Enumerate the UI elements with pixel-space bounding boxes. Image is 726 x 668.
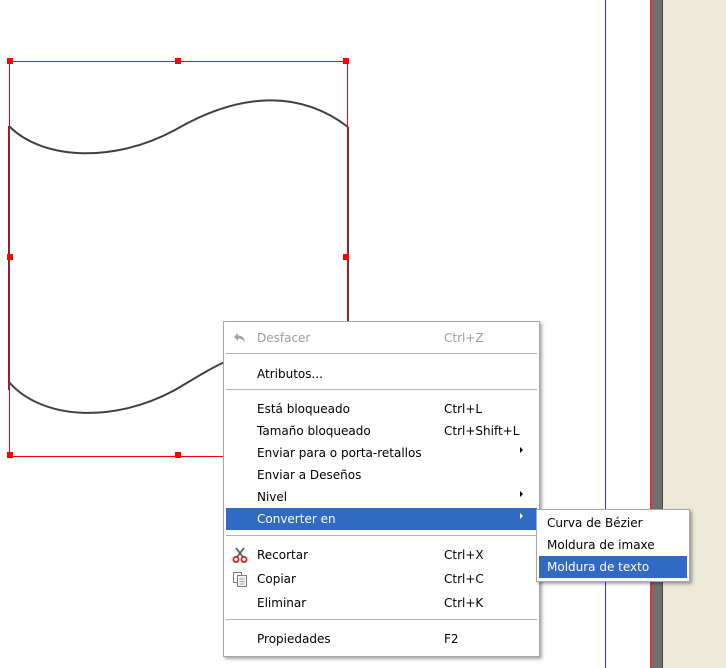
convert-submenu[interactable]: Curva de Bézier Moldura de imaxe Moldura…: [536, 509, 690, 582]
submenu-item-image-frame[interactable]: Moldura de imaxe: [539, 534, 687, 556]
menu-item-properties[interactable]: Propiedades F2: [226, 628, 537, 650]
submenu-item-bezier-curve[interactable]: Curva de Bézier: [539, 512, 687, 534]
submenu-item-label: Moldura de imaxe: [547, 538, 655, 552]
submenu-item-text-frame[interactable]: Moldura de texto: [539, 556, 687, 578]
undo-icon: [232, 330, 248, 346]
menu-item-label: Recortar: [257, 548, 309, 562]
menu-separator: [226, 353, 537, 354]
menu-separator: [226, 389, 537, 390]
menu-item-shortcut: Ctrl+L: [444, 402, 483, 416]
menu-item-label: Está bloqueado: [257, 402, 350, 416]
menu-item-label: Propiedades: [257, 632, 331, 646]
menu-item-label: Atributos...: [257, 367, 323, 381]
menu-item-attributes[interactable]: Atributos...: [226, 363, 537, 385]
menu-item-convert-to[interactable]: Converter en: [226, 508, 537, 530]
menu-item-label: Enviar a Deseños: [257, 468, 362, 482]
scissors-icon: [232, 547, 248, 563]
context-menu[interactable]: Desfacer Ctrl+Z Atributos... Está bloque…: [223, 321, 540, 657]
copy-icon: [232, 571, 248, 587]
menu-item-label: Nivel: [257, 490, 288, 504]
menu-item-cut[interactable]: Recortar Ctrl+X: [226, 544, 537, 566]
submenu-item-label: Curva de Bézier: [547, 516, 643, 530]
menu-item-copy[interactable]: Copiar Ctrl+C: [226, 568, 537, 590]
submenu-item-label: Moldura de texto: [547, 560, 650, 574]
menu-item-label: Copiar: [257, 572, 296, 586]
resize-handle-top-left[interactable]: [7, 58, 13, 64]
submenu-arrow-icon: [520, 491, 523, 497]
menu-item-undo[interactable]: Desfacer Ctrl+Z: [226, 327, 537, 349]
resize-handle-bottom[interactable]: [175, 452, 181, 458]
menu-item-label: Desfacer: [257, 331, 311, 345]
menu-item-label: Enviar para o porta-retallos: [257, 446, 422, 460]
menu-item-shortcut: Ctrl+X: [444, 548, 484, 562]
resize-handle-top-right[interactable]: [343, 58, 349, 64]
menu-item-level[interactable]: Nivel: [226, 486, 537, 508]
menu-item-size-locked[interactable]: Tamaño bloqueado Ctrl+Shift+L: [226, 420, 537, 442]
resize-handle-right[interactable]: [343, 254, 349, 260]
menu-item-delete[interactable]: Eliminar Ctrl+K: [226, 592, 537, 614]
menu-item-locked[interactable]: Está bloqueado Ctrl+L: [226, 398, 537, 420]
menu-item-shortcut: Ctrl+K: [444, 596, 484, 610]
menu-separator: [226, 619, 537, 620]
menu-item-send-to-scrapbook[interactable]: Enviar para o porta-retallos: [226, 442, 537, 464]
resize-handle-bottom-left[interactable]: [7, 452, 13, 458]
resize-handle-top[interactable]: [175, 58, 181, 64]
menu-item-shortcut: F2: [444, 632, 459, 646]
menu-item-shortcut: Ctrl+Shift+L: [444, 424, 520, 438]
submenu-arrow-icon: [520, 447, 523, 453]
menu-item-label: Tamaño bloqueado: [257, 424, 371, 438]
menu-item-send-to-patterns[interactable]: Enviar a Deseños: [226, 464, 537, 486]
menu-item-shortcut: Ctrl+Z: [444, 331, 484, 345]
menu-separator: [226, 535, 537, 536]
menu-item-label: Converter en: [257, 512, 336, 526]
menu-item-shortcut: Ctrl+C: [444, 572, 484, 586]
menu-item-label: Eliminar: [257, 596, 307, 610]
resize-handle-left[interactable]: [7, 254, 13, 260]
submenu-arrow-icon: [520, 513, 523, 519]
